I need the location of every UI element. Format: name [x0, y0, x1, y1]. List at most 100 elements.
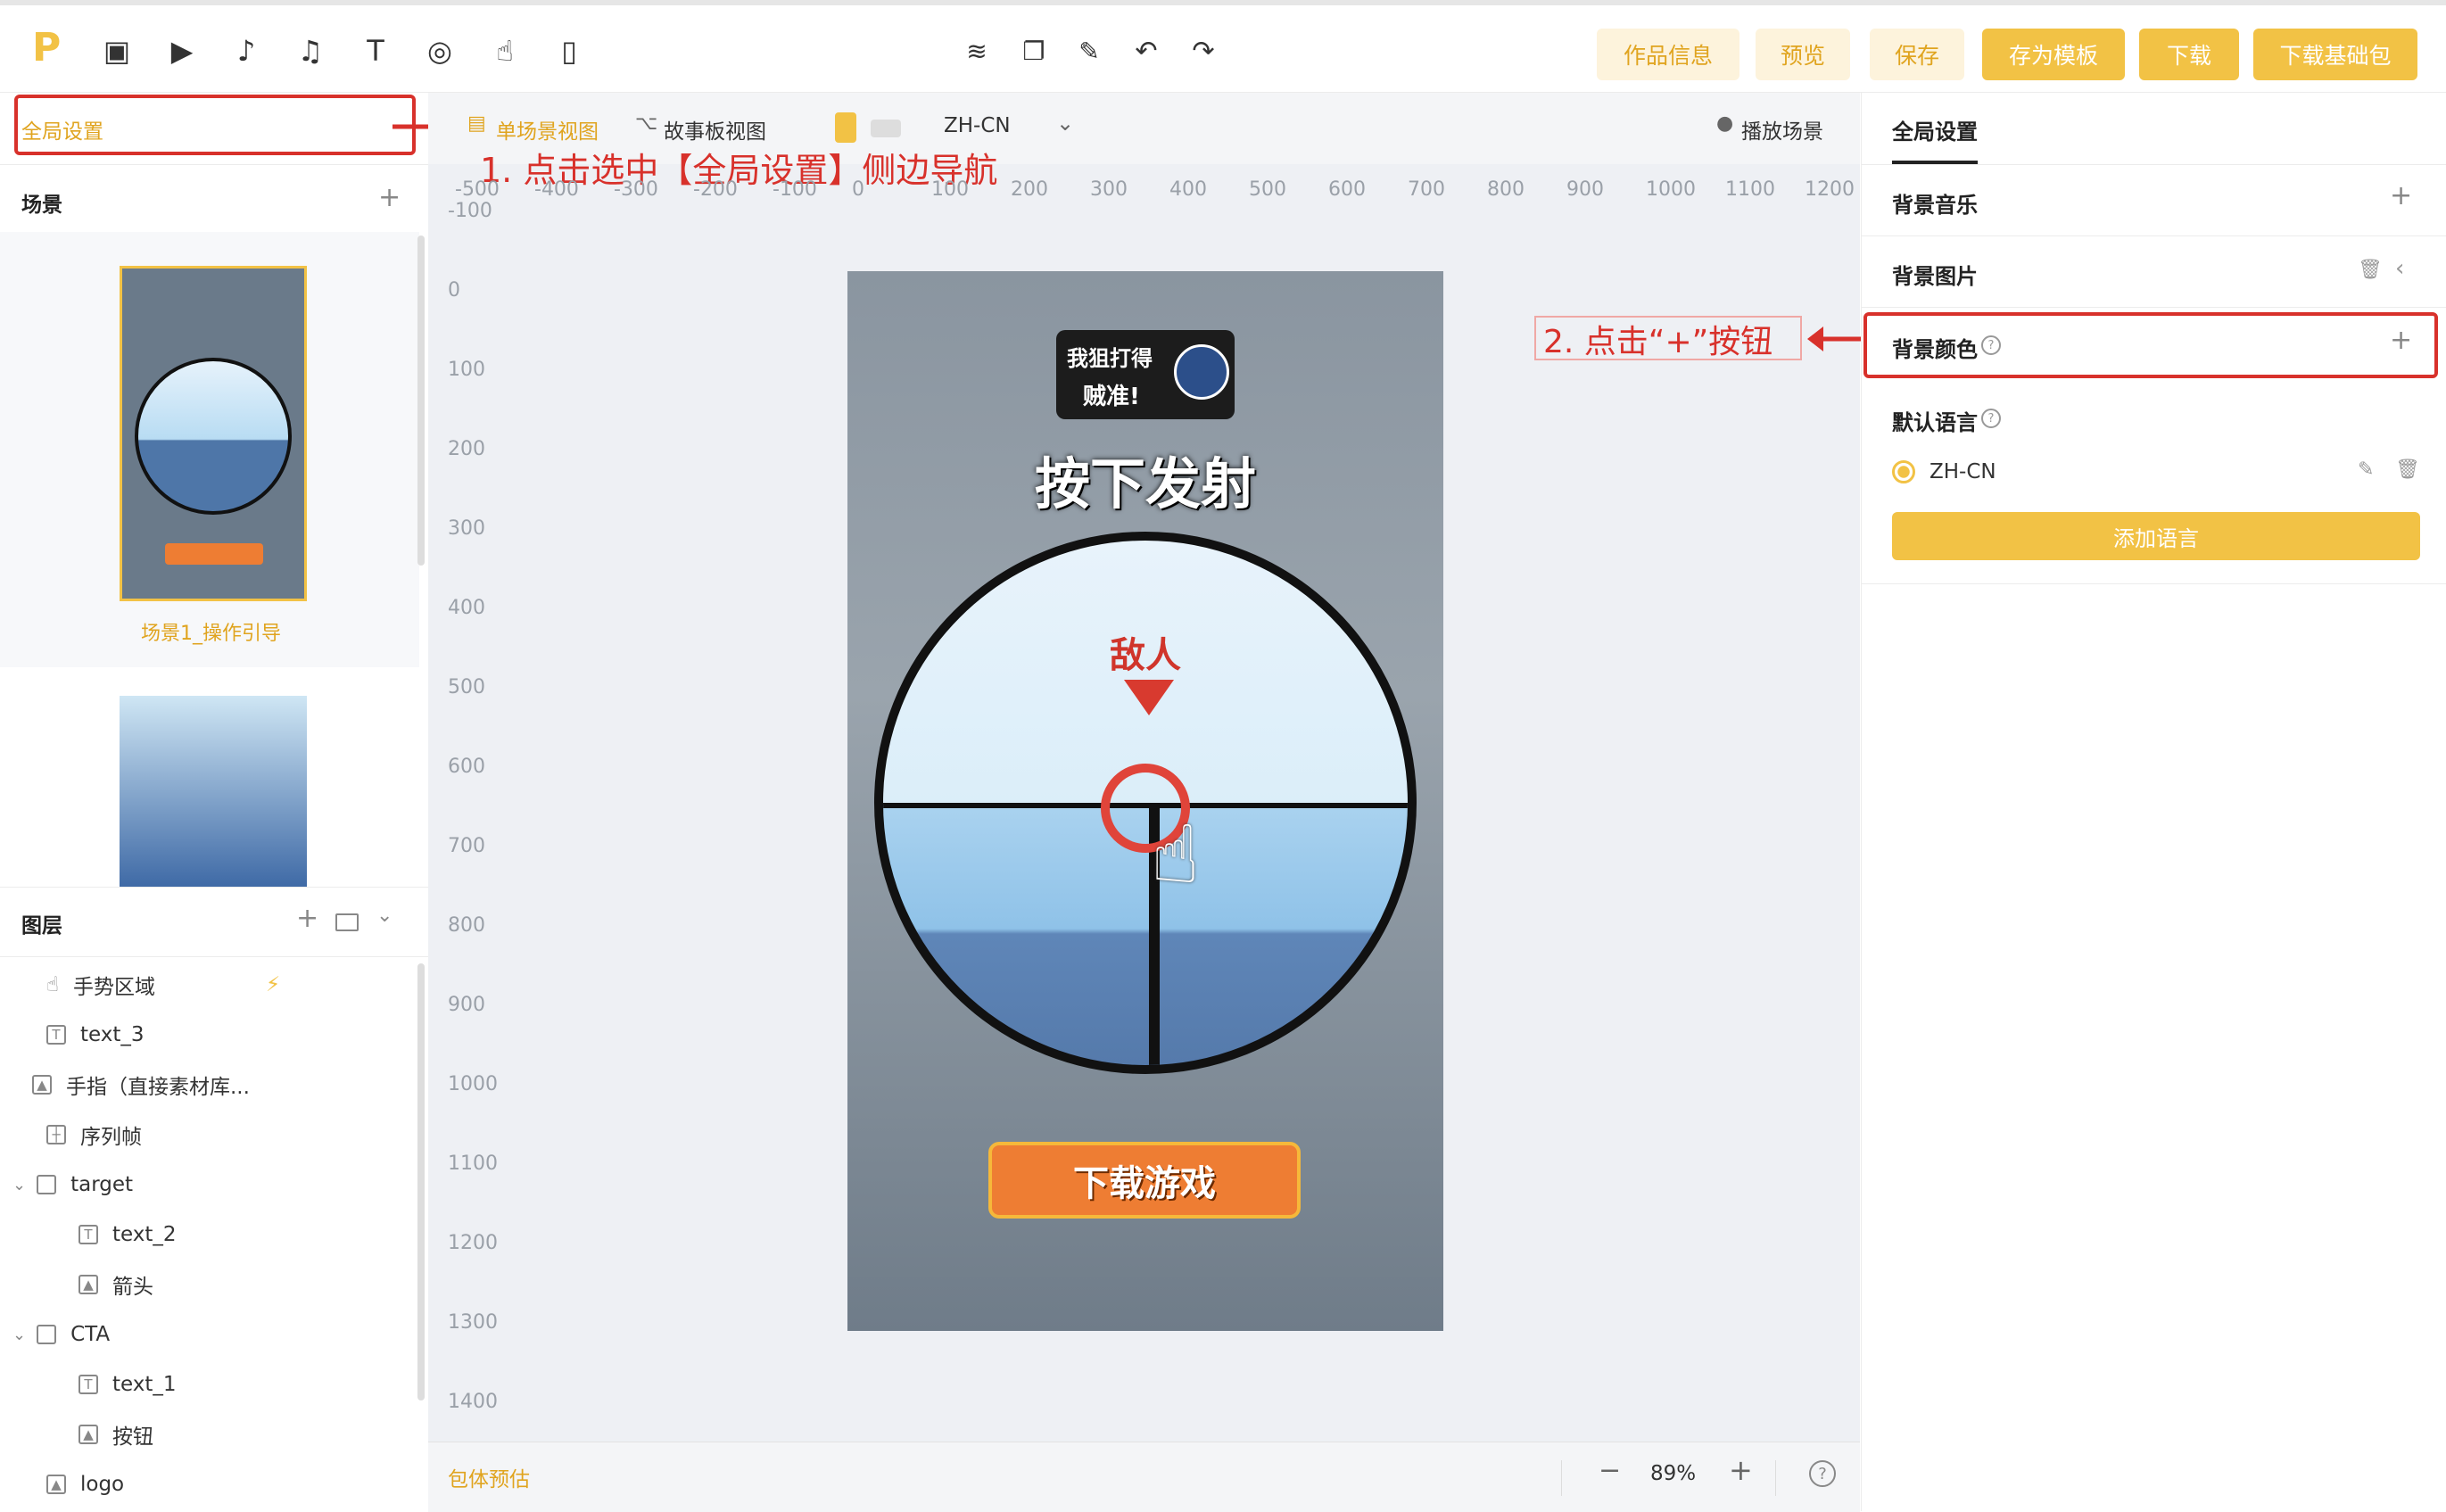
ruler-tick-label: 800	[1487, 178, 1525, 201]
redo-icon[interactable]: ↷	[1185, 32, 1222, 70]
ruler-tick-label: 300	[448, 517, 485, 540]
layer-item[interactable]: Ttext_1	[0, 1359, 419, 1409]
layer-item[interactable]: ▲ 按钮	[0, 1409, 419, 1459]
layer-label: CTA	[70, 1323, 111, 1346]
ruler-tick-label: 800	[448, 914, 485, 937]
divider	[1775, 1460, 1776, 1496]
save-template-button[interactable]: 存为模板	[1982, 29, 2125, 80]
package-estimate[interactable]: 包体预估	[448, 1462, 530, 1492]
radio-selected[interactable]	[1892, 460, 1915, 483]
bg-music-label: 背景音乐	[1892, 193, 1978, 218]
layer-item[interactable]: ┼ 序列帧	[0, 1110, 419, 1160]
edit-icon[interactable]: ✎	[2358, 459, 2374, 481]
add-scene-button[interactable]: +	[378, 182, 401, 213]
layer-item[interactable]: Ttext_3	[0, 1010, 419, 1060]
text-icon: T	[46, 1025, 66, 1045]
ruler-tick-label: 1400	[448, 1391, 498, 1413]
divider	[0, 887, 428, 888]
annotation-box-global-settings	[14, 95, 416, 155]
music-icon[interactable]: ♫	[292, 32, 329, 70]
zoom-in-button[interactable]: +	[1729, 1453, 1753, 1487]
layer-item[interactable]: ▲ 箭头	[0, 1260, 419, 1310]
tab-storyboard[interactable]: 故事板视图	[664, 114, 766, 145]
chevron-down-icon[interactable]: ⌄	[12, 1176, 26, 1194]
download-button[interactable]: 下载	[2139, 29, 2239, 80]
trash-icon[interactable]: 🗑	[2395, 459, 2420, 481]
play-scene-button[interactable]: 播放场景	[1741, 114, 1823, 145]
target-icon[interactable]: ◎	[421, 32, 459, 70]
gesture-icon[interactable]: ☝	[486, 32, 524, 70]
scope: 敌人 ☝	[874, 532, 1417, 1074]
hand-pointer-icon: ☝	[1151, 808, 1200, 902]
single-view-icon: ▤	[467, 112, 486, 135]
chevron-left-icon[interactable]: ‹	[2395, 255, 2404, 282]
divider	[1862, 235, 2446, 236]
divider	[0, 956, 428, 957]
thumb-cta	[165, 543, 263, 565]
layers-title: 图层	[21, 914, 62, 938]
scene-thumbnail-1[interactable]	[120, 266, 307, 601]
layer-item[interactable]: ⌄ target	[0, 1160, 419, 1210]
ruler-tick-label: -200	[693, 178, 738, 201]
download-base-button[interactable]: 下载基础包	[2253, 29, 2417, 80]
add-language-button[interactable]: 添加语言	[1892, 512, 2420, 560]
layers-icon[interactable]: ≋	[958, 32, 996, 70]
ruler-tick-label: 400	[448, 597, 485, 619]
chevron-down-icon[interactable]: ⌄	[376, 905, 393, 927]
layer-item[interactable]: ☝ 手势区域 ⚡	[0, 960, 419, 1010]
text-icon[interactable]: T	[357, 32, 394, 70]
color-swatch-yellow[interactable]	[835, 112, 856, 143]
ruler-tick-label: 900	[1566, 178, 1604, 201]
trash-icon[interactable]: 🗑	[2358, 259, 2383, 281]
layer-label: 按钮	[112, 1425, 153, 1449]
tab-single-scene[interactable]: 单场景视图	[496, 114, 599, 145]
video-icon[interactable]: ▶	[163, 32, 201, 70]
copy-icon[interactable]: ❐	[1015, 32, 1053, 70]
add-layer-button[interactable]: +	[296, 903, 318, 934]
cta-button[interactable]: 下载游戏	[988, 1142, 1301, 1219]
save-button[interactable]: 保存	[1870, 29, 1964, 80]
preview-button[interactable]: 预览	[1756, 29, 1850, 80]
layers-scrollbar[interactable]	[417, 963, 425, 1400]
undo-icon[interactable]: ↶	[1128, 32, 1165, 70]
ruler-tick-label: 700	[1408, 178, 1445, 201]
image-icon: ▲	[79, 1425, 98, 1444]
scene-preview: 我狙打得 贼准! 按下发射 敌人 ☝ 下载游戏	[847, 271, 1443, 1331]
storyboard-icon: ⌥	[635, 112, 658, 135]
folder-icon[interactable]	[335, 913, 359, 931]
image-icon[interactable]: ▣	[98, 32, 136, 70]
scene-thumbnail-2[interactable]	[120, 696, 307, 887]
right-panel: 全局设置 背景音乐 + 背景图片 🗑 ‹ 背景颜色 ? + 默认语言 ? ZH-…	[1861, 93, 2446, 1511]
music-note-icon[interactable]: ♪	[227, 32, 265, 70]
layer-item[interactable]: ▲ 手指（直接素材库...	[0, 1060, 419, 1110]
logo-avatar	[1174, 344, 1229, 400]
ruler-tick-label: 0	[448, 279, 460, 302]
ruler-tick-label: 1100	[448, 1153, 498, 1175]
layer-item[interactable]: ▲ logo	[0, 1459, 419, 1509]
chevron-down-icon[interactable]: ⌄	[1056, 111, 1074, 136]
zoom-out-button[interactable]: −	[1599, 1455, 1621, 1486]
layer-item[interactable]: Ttext_2	[0, 1210, 419, 1260]
tab-global-settings[interactable]: 全局设置	[1892, 114, 1978, 145]
image-icon: ▲	[79, 1275, 98, 1294]
language-select[interactable]: ZH-CN	[944, 114, 1011, 137]
game-logo: 我狙打得 贼准!	[1056, 330, 1235, 419]
gesture-icon: ☝	[46, 973, 60, 996]
layer-item[interactable]: ⌄ CTA	[0, 1310, 419, 1359]
vertical-ruler: -100 0 100 200 300 400 500 600 700 800 900 1000 1100…	[428, 182, 498, 1440]
language-value: ZH-CN	[1930, 460, 1996, 483]
ruler-tick-label: 0	[852, 178, 864, 201]
chevron-down-icon[interactable]: ⌄	[12, 1326, 26, 1344]
divider	[1862, 583, 2446, 584]
play-icon: ●	[1716, 112, 1734, 135]
ruler-tick-label: 1100	[1725, 178, 1775, 201]
help-icon[interactable]: ?	[1809, 1460, 1836, 1487]
scene-1-label[interactable]: 场景1_操作引导	[141, 617, 281, 646]
work-info-button[interactable]: 作品信息	[1597, 29, 1739, 80]
paint-icon[interactable]: ✎	[1070, 32, 1108, 70]
scene-list-scrollbar[interactable]	[417, 235, 425, 566]
canvas-bottom-bar: 包体预估 − 89% + ?	[428, 1442, 1860, 1512]
add-bg-music-button[interactable]: +	[2390, 180, 2412, 211]
phone-icon[interactable]: ▯	[550, 32, 588, 70]
color-swatch-gray[interactable]	[871, 120, 901, 137]
